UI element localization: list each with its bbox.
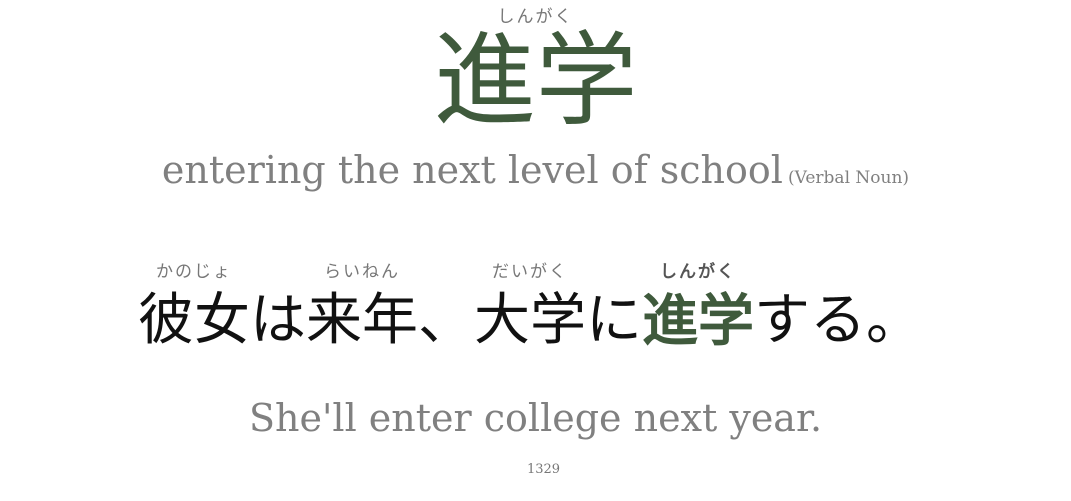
furigana: かのじょ (156, 262, 232, 282)
furigana: だいがく (492, 262, 568, 282)
meaning-line: entering the next level of school (Verba… (0, 148, 1071, 192)
example-sentence: かのじょ 彼女 は らいねん 来年 、 だいがく 大学 に しんがく 進学 する… (138, 262, 922, 360)
meaning-text: entering the next level of school (161, 148, 783, 192)
sentence-segment: に (586, 268, 642, 360)
highlighted-target-word: しんがく 進学 (642, 262, 754, 360)
furigana: しんがく (660, 262, 736, 282)
sentence-segment: する。 (754, 268, 922, 360)
sentence-segment: だいがく 大学 (474, 262, 586, 360)
card-number: 1329 (526, 462, 561, 477)
segment-text: は (250, 288, 306, 353)
segment-text: に (586, 288, 642, 353)
sentence-segment: 、 (418, 268, 474, 360)
segment-text: 、 (418, 288, 474, 353)
sentence-segment: らいねん 来年 (306, 262, 418, 360)
sentence-segment: は (250, 268, 306, 360)
sentence-segment: かのじょ 彼女 (138, 262, 250, 360)
part-of-speech: (Verbal Noun) (788, 168, 910, 188)
flashcard: しんがく 進学 entering the next level of schoo… (0, 0, 1071, 501)
segment-text: する。 (754, 288, 922, 353)
word-kanji: 進学 (433, 22, 638, 141)
furigana: らいねん (324, 262, 400, 282)
sentence-translation: She'll enter college next year. (248, 396, 823, 440)
